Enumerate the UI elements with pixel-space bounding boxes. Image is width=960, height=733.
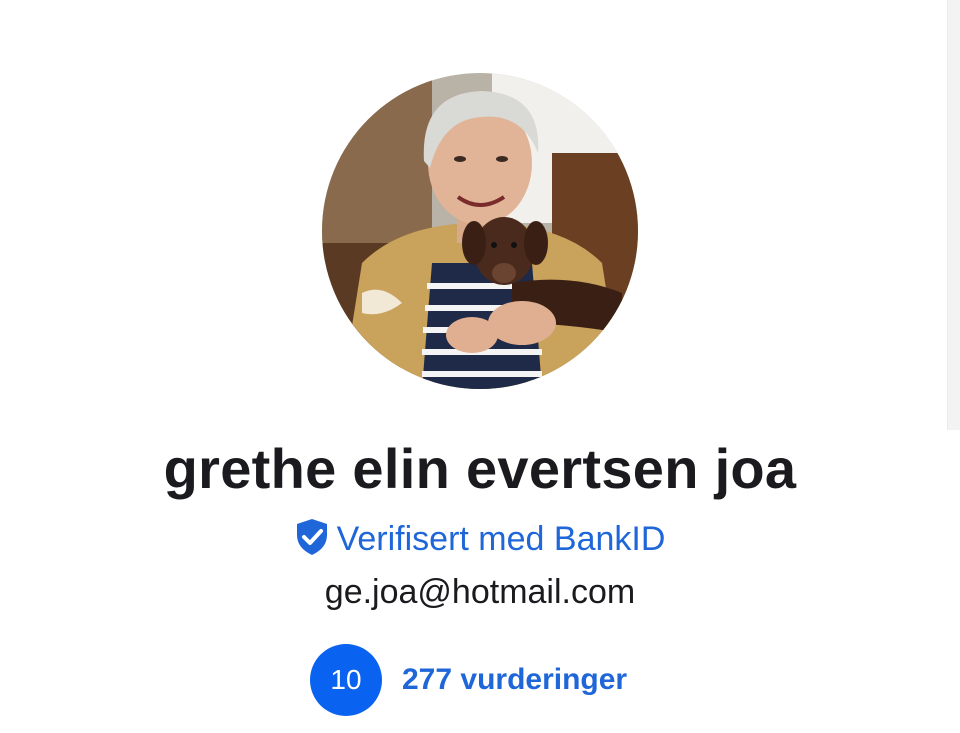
profile-page: grethe elin evertsen joa Verifisert med … [0,0,960,733]
verified-label: Verifisert med BankID [336,520,666,558]
reviews-link[interactable]: 277 vurderinger [402,663,627,697]
profile-name: grethe elin evertsen joa [163,437,797,500]
profile-email: ge.joa@hotmail.com [324,573,636,611]
rating-score-badge: 10 [310,644,382,716]
avatar-photo [322,73,638,389]
scrollbar[interactable] [947,0,960,430]
verified-badge: Verifisert med BankID [0,518,960,561]
avatar [322,73,638,389]
ratings-row: 10 277 vurderinger [310,644,627,716]
shield-check-icon [295,518,329,561]
